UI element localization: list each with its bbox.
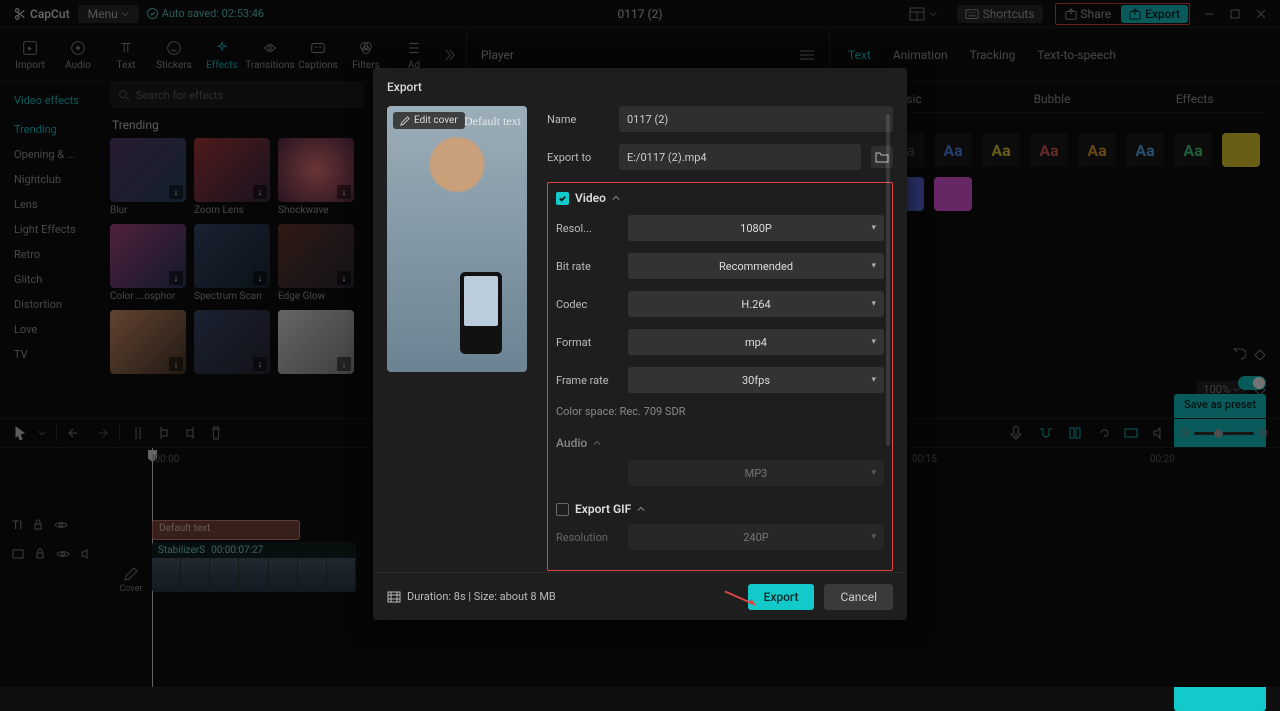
name-input[interactable]: 0117 (2): [619, 106, 893, 132]
export-path-input[interactable]: E:/0117 (2).mp4: [619, 144, 861, 170]
gif-checkbox[interactable]: [556, 503, 569, 516]
highlighted-video-settings: Video Resol...1080P▾ Bit rateRecommended…: [547, 182, 893, 571]
gif-section-label: Export GIF: [575, 502, 631, 516]
codec-label: Codec: [556, 298, 618, 311]
cover-preview: Edit cover Default text: [387, 106, 527, 372]
audio-format-select: MP3▾: [628, 460, 884, 486]
export-to-label: Export to: [547, 151, 609, 164]
audio-section-label: Audio: [556, 436, 587, 450]
export-info: Duration: 8s | Size: about 8 MB: [387, 590, 556, 603]
chevron-up-icon[interactable]: [612, 194, 620, 202]
resolution-label: Resol...: [556, 222, 618, 235]
chevron-up-icon[interactable]: [593, 439, 601, 447]
format-select[interactable]: mp4▾: [628, 329, 884, 355]
codec-select[interactable]: H.264▾: [628, 291, 884, 317]
video-checkbox[interactable]: [556, 192, 569, 205]
gif-res-label: Resolution: [556, 531, 618, 544]
gif-res-select: 240P▾: [628, 524, 884, 550]
colorspace-info: Color space: Rec. 709 SDR: [556, 405, 884, 418]
scrollbar[interactable]: [886, 114, 890, 446]
export-dialog: Export Edit cover Default text Name 0117…: [373, 68, 907, 620]
chevron-up-icon[interactable]: [637, 505, 645, 513]
pencil-icon: [400, 116, 410, 126]
bitrate-label: Bit rate: [556, 260, 618, 273]
resolution-select[interactable]: 1080P▾: [628, 215, 884, 241]
export-button[interactable]: Export: [748, 584, 815, 610]
bitrate-select[interactable]: Recommended▾: [628, 253, 884, 279]
framerate-select[interactable]: 30fps▾: [628, 367, 884, 393]
cover-text: Default text: [464, 114, 521, 129]
framerate-label: Frame rate: [556, 374, 618, 387]
modal-title: Export: [373, 68, 907, 106]
edit-cover-button[interactable]: Edit cover: [393, 112, 465, 129]
format-label: Format: [556, 336, 618, 349]
name-label: Name: [547, 113, 609, 126]
cancel-button[interactable]: Cancel: [824, 584, 893, 610]
film-icon: [387, 591, 401, 603]
